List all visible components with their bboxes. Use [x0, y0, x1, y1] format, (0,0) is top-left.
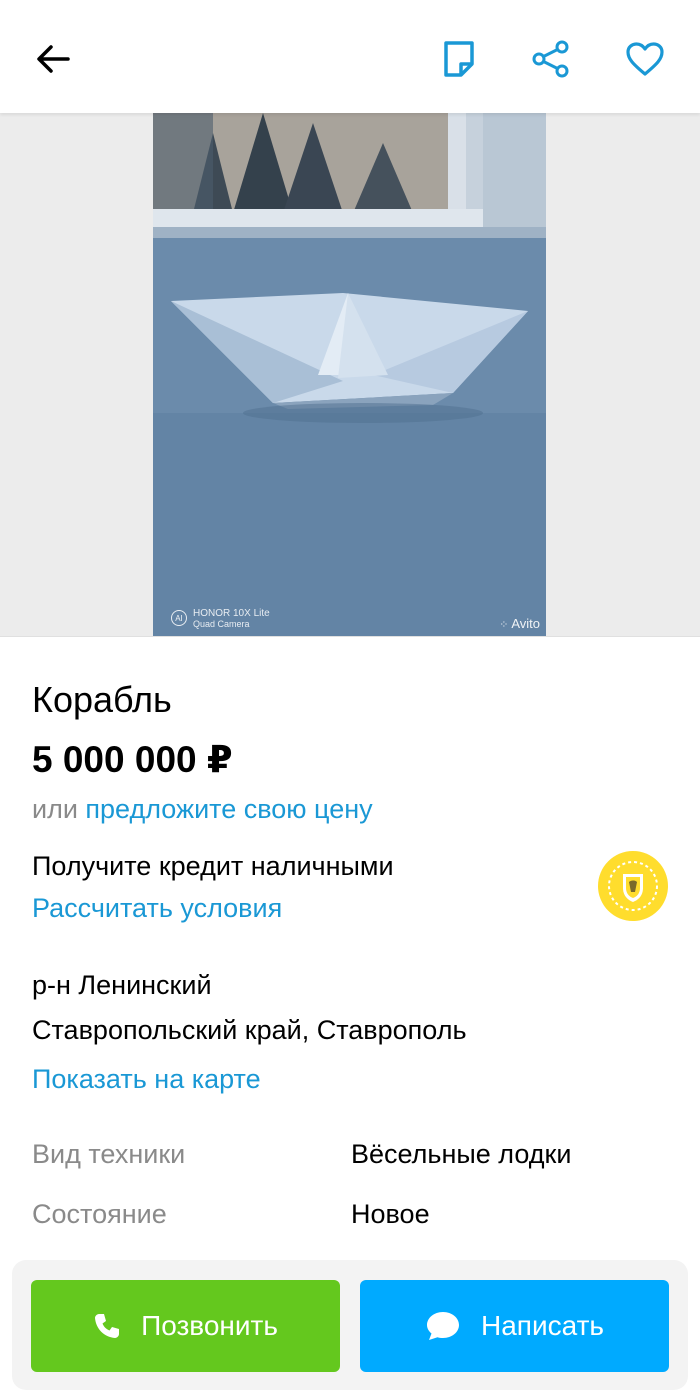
back-button[interactable]	[32, 38, 74, 80]
credit-text: Получите кредит наличными	[32, 851, 394, 881]
property-value: Новое	[351, 1199, 430, 1229]
avito-dots-icon: ⁘	[499, 619, 509, 631]
photo-gallery[interactable]: AI HONOR 10X Lite Quad Camera ⁘ Avito	[0, 113, 700, 636]
district-text: р-н Ленинский	[32, 970, 212, 1000]
message-button[interactable]: Написать	[360, 1280, 669, 1372]
listing-title: Корабль	[32, 679, 172, 720]
top-app-bar	[0, 0, 700, 113]
action-panel: Позвонить Написать	[12, 1260, 688, 1390]
camera-watermark-line1: HONOR 10X Lite	[193, 608, 270, 619]
call-button[interactable]: Позвонить	[31, 1280, 340, 1372]
ai-camera-badge: AI	[171, 610, 187, 626]
message-button-label: Написать	[481, 1310, 604, 1341]
paper-boat-photo-illustration	[153, 113, 546, 636]
heart-icon	[626, 42, 664, 76]
offer-prefix: или	[32, 794, 86, 824]
show-on-map-link[interactable]: Показать на карте	[32, 1062, 261, 1096]
share-button[interactable]	[530, 38, 572, 80]
divider	[0, 636, 700, 637]
note-icon	[444, 41, 474, 77]
property-label: Вид техники	[32, 1139, 186, 1169]
property-label: Состояние	[32, 1199, 167, 1229]
note-button[interactable]	[438, 38, 480, 80]
offer-price-link[interactable]: предложите свою цену	[85, 794, 372, 824]
city-text: Ставропольский край, Ставрополь	[32, 1015, 467, 1045]
avito-watermark: ⁘ Avito	[499, 616, 540, 631]
property-value: Вёсельные лодки	[351, 1139, 572, 1169]
arrow-left-icon	[37, 45, 70, 73]
listing-price: 5 000 000 ₽	[32, 739, 233, 780]
call-button-label: Позвонить	[141, 1310, 278, 1341]
camera-watermark-line2: Quad Camera	[193, 619, 250, 629]
favorite-button[interactable]	[624, 38, 666, 80]
bank-logo[interactable]	[598, 851, 668, 921]
offer-price-row: или предложите свою цену	[32, 792, 373, 826]
listing-photo[interactable]: AI HONOR 10X Lite Quad Camera ⁘ Avito	[153, 113, 546, 636]
avito-watermark-text: Avito	[511, 616, 540, 631]
calculate-terms-link[interactable]: Рассчитать условия	[32, 891, 282, 925]
share-icon	[532, 40, 569, 78]
phone-icon	[95, 1314, 120, 1338]
bank-emblem-icon	[608, 861, 658, 911]
chat-bubble-icon	[427, 1312, 460, 1340]
